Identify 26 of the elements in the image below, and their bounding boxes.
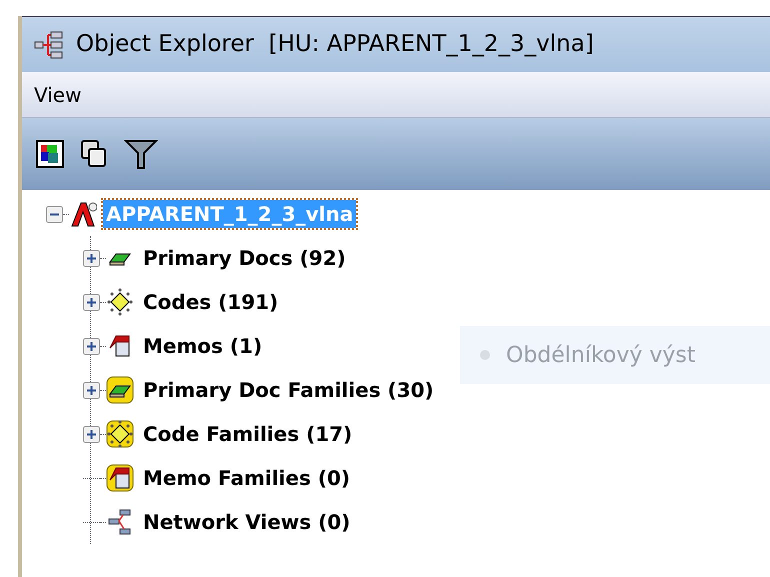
diamond-icon — [106, 288, 134, 316]
tree-item[interactable]: Memo Families (0) — [140, 464, 354, 492]
expand-icon[interactable] — [83, 426, 100, 442]
color-squares-icon[interactable] — [36, 140, 64, 168]
diamond-family-icon — [106, 420, 134, 448]
tree-structure-icon — [34, 30, 64, 58]
tree-item[interactable]: Primary Docs (92) — [140, 244, 349, 272]
window-title: Object Explorer [HU: APPARENT_1_2_3_vlna] — [76, 30, 594, 60]
expand-icon[interactable] — [83, 294, 100, 310]
expand-icon[interactable] — [83, 250, 100, 266]
tree-item[interactable]: Code Families (17) — [140, 420, 356, 448]
tooltip-text: Obdélníkový výst — [506, 342, 696, 370]
expand-icon[interactable] — [83, 338, 100, 354]
memo-family-icon — [106, 464, 134, 492]
filter-icon[interactable] — [124, 137, 158, 171]
tree-item[interactable]: Memos (1) — [140, 332, 266, 360]
menu-item[interactable]: View — [34, 80, 82, 110]
tree-item[interactable]: Network Views (0) — [140, 508, 354, 536]
tree-item[interactable]: Codes (191) — [140, 288, 282, 316]
expand-icon[interactable] — [83, 382, 100, 398]
tree-item[interactable]: Primary Doc Families (30) — [140, 376, 437, 404]
bullet-icon — [480, 350, 490, 360]
letter-a-icon — [69, 200, 97, 228]
book-family-icon — [106, 376, 134, 404]
copy-icon[interactable] — [80, 139, 108, 169]
collapse-icon[interactable] — [46, 206, 63, 222]
